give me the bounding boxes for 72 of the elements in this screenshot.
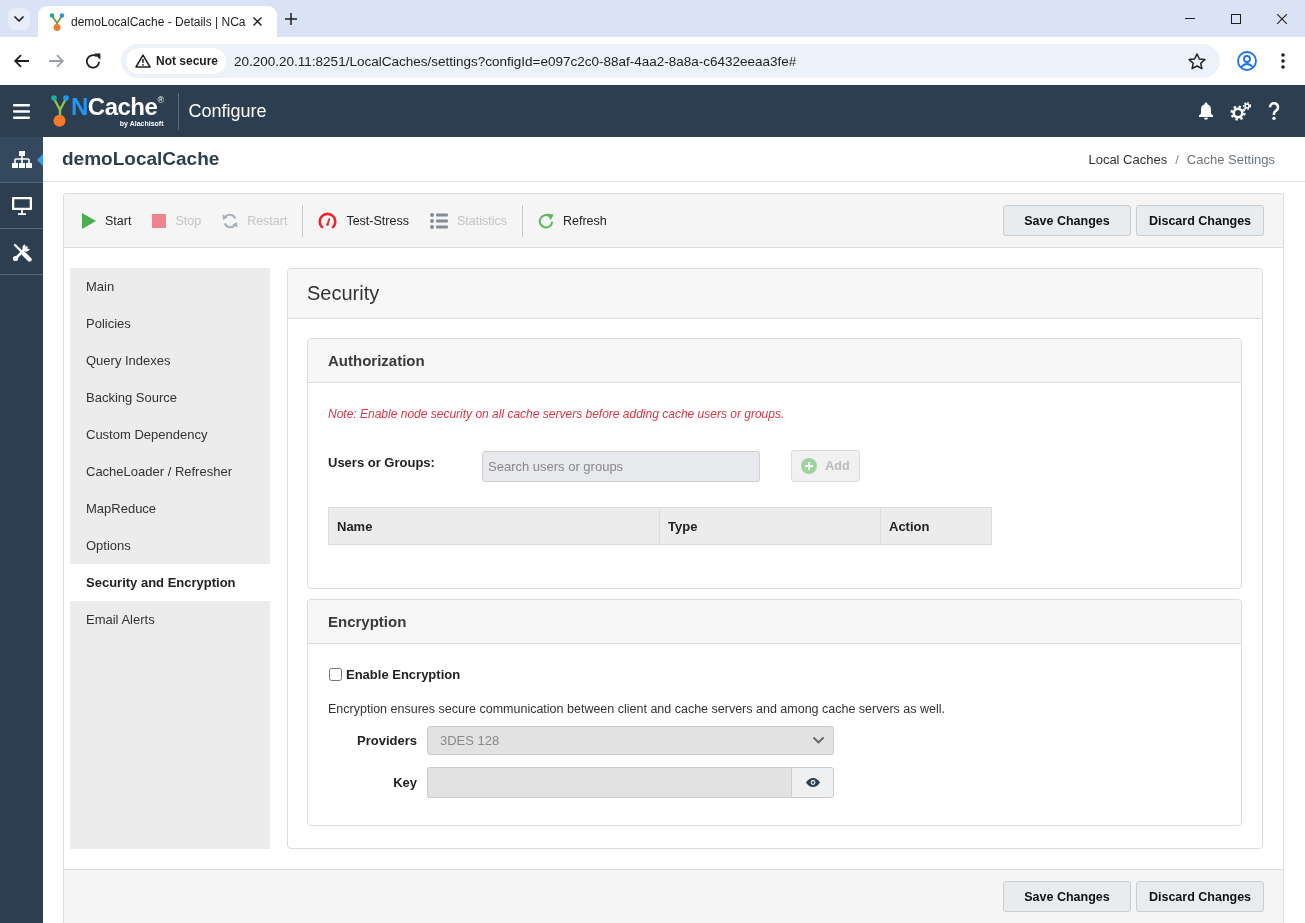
close-icon[interactable] (253, 17, 262, 26)
logo-text: NCache$^{®}$ (71, 94, 164, 119)
action-button[interactable]: Discard Changes (1136, 205, 1264, 236)
column-header: Name (328, 507, 660, 545)
gauge-icon (318, 212, 338, 229)
column-header: Action (880, 507, 992, 545)
nav-item[interactable]: MapReduce (70, 490, 270, 527)
nav-item[interactable]: Policies (70, 305, 270, 342)
section-title: Configure (188, 100, 267, 122)
stop-icon (152, 213, 167, 228)
hierarchy-icon (11, 151, 32, 168)
logo-icon (49, 12, 65, 31)
star-icon[interactable] (1188, 52, 1206, 70)
action-button[interactable]: Discard Changes (1136, 881, 1264, 912)
field-label: Users or Groups: (328, 455, 436, 470)
action-button[interactable]: Save Changes (1003, 881, 1131, 912)
help-icon[interactable] (1268, 102, 1280, 120)
section-title: Authorization (328, 352, 425, 369)
new-tab-icon[interactable] (285, 12, 297, 25)
column-header: Type (659, 507, 881, 545)
nav-item[interactable]: CacheLoader / Refresher (70, 453, 270, 490)
menu-icon[interactable] (13, 103, 30, 119)
nav-item[interactable]: Custom Dependency (70, 416, 270, 453)
back-icon[interactable] (13, 54, 29, 68)
toolbar-button[interactable]: Test-Stress (312, 205, 415, 236)
security-chip[interactable]: Not secure (126, 48, 227, 74)
note-text: Note: Enable node security on all cache servers before adding cache users or groups. (328, 406, 786, 422)
show-key-button[interactable] (791, 767, 834, 798)
breadcrumb-separator: / (1175, 151, 1179, 167)
nav-item[interactable]: Email Alerts (70, 601, 270, 638)
nav-item[interactable]: Main (70, 268, 270, 305)
description-text: Encryption ensures secure communication between client and cache servers and among cache servers as well. (328, 701, 946, 717)
checkbox[interactable] (329, 667, 342, 681)
bell-icon[interactable] (1198, 102, 1214, 120)
toolbar-button[interactable]: Start (76, 205, 138, 236)
eye-icon (805, 778, 820, 787)
page-title: demoLocalCache (62, 148, 220, 170)
close-icon[interactable] (1277, 13, 1287, 24)
nav-item[interactable]: Backing Source (70, 379, 270, 416)
tab-list-button[interactable] (8, 7, 30, 30)
more-icon[interactable] (1281, 53, 1285, 69)
gears-icon[interactable] (1230, 101, 1252, 121)
reload-icon[interactable] (85, 53, 101, 69)
field-label: Providers (356, 733, 417, 748)
action-button[interactable]: Save Changes (1003, 205, 1131, 236)
chevron-down-icon (813, 737, 824, 744)
nav-item[interactable]: Query Indexes (70, 342, 270, 379)
refresh-icon (537, 212, 554, 229)
list-icon (429, 212, 448, 229)
browser-tab[interactable]: demoLocalCache - Details | NCa (38, 6, 277, 37)
forward-icon[interactable] (49, 54, 65, 68)
logo-icon (51, 95, 69, 127)
nav-item[interactable]: Options (70, 527, 270, 564)
monitor-icon (11, 196, 32, 215)
nav-item[interactable]: Security and Encryption (70, 564, 270, 601)
warning-icon (135, 54, 151, 68)
section-title: Encryption (328, 613, 407, 630)
breadcrumb-current: Cache Settings (1186, 151, 1275, 167)
panel-title: Security (307, 282, 380, 305)
field-label: Key (392, 775, 417, 790)
circular-arrows-icon (222, 212, 239, 229)
play-icon (82, 212, 96, 229)
checkbox-label: Enable Encryption (346, 666, 461, 682)
breadcrumb-link[interactable]: Local Caches (1088, 151, 1168, 167)
chevron-down-icon (14, 15, 24, 22)
toolbar-button[interactable]: Refresh (531, 205, 613, 236)
tools-icon (11, 241, 32, 262)
maximize-icon[interactable] (1231, 13, 1241, 24)
address-bar[interactable]: Not secure 20.200.20.11:8251/LocalCaches/settings?configId=e097c2c0-88af-4aa2-8a8a-c6432eeaa3fe# (121, 44, 1220, 78)
plus-circle-icon (801, 457, 818, 474)
url-text: 20.200.20.11:8251/LocalCaches/settings?configId=e097c2c0-88af-4aa2-8a8a-c6432eeaa3fe# (234, 53, 798, 69)
profile-icon[interactable] (1237, 51, 1257, 71)
